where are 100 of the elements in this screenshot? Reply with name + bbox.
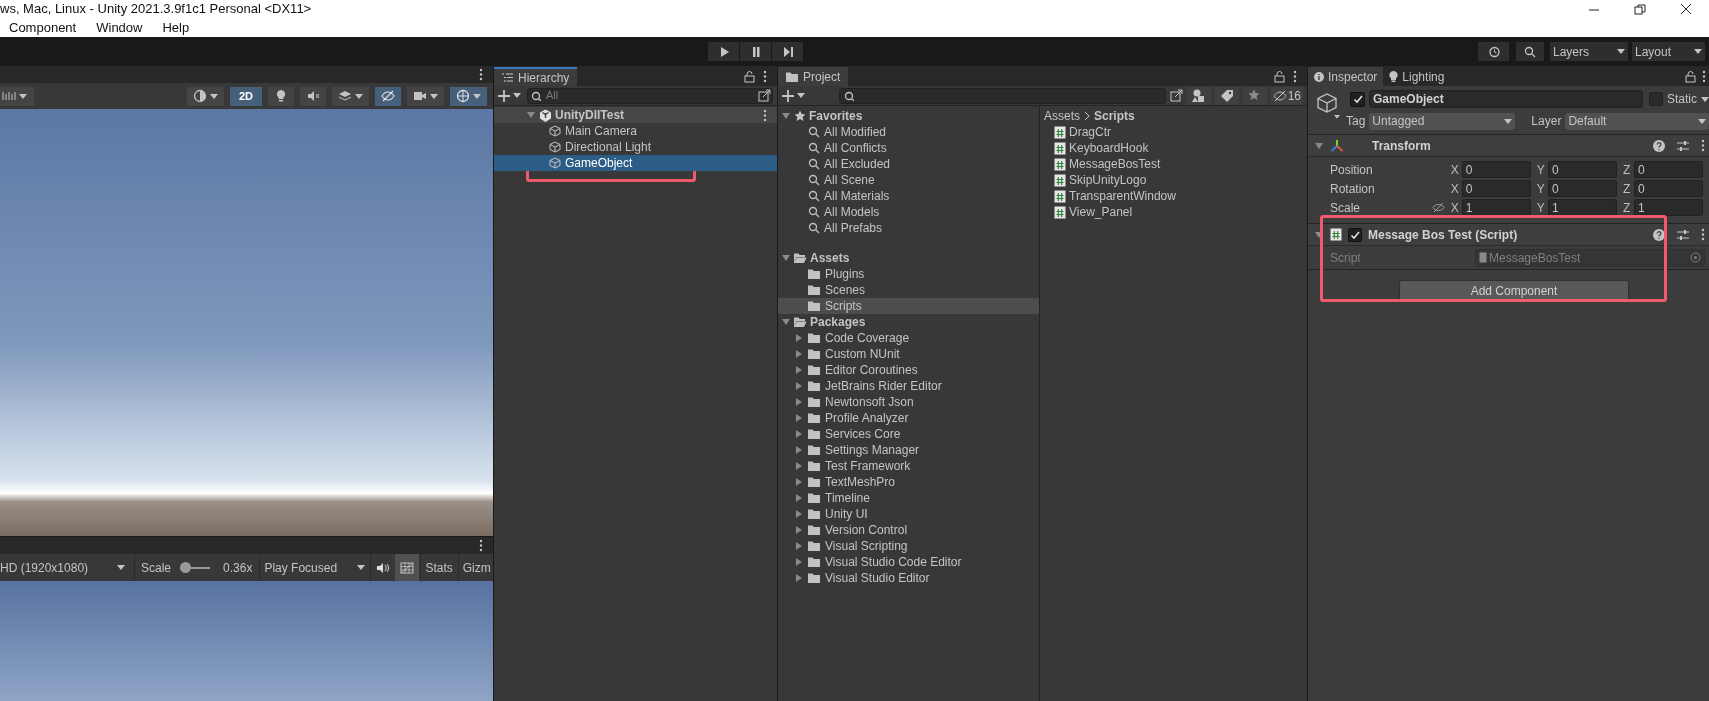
expand-arrow-icon[interactable] xyxy=(794,429,804,439)
name-field[interactable]: GameObject xyxy=(1369,90,1643,108)
tree-item[interactable]: Plugins xyxy=(778,266,1039,282)
hierarchy-item[interactable]: Main Camera xyxy=(494,123,777,139)
expand-arrow-icon[interactable] xyxy=(794,381,804,391)
script-file[interactable]: SkipUnityLogo xyxy=(1044,172,1307,188)
lock-icon[interactable] xyxy=(1685,70,1696,83)
breadcrumb-link[interactable]: Assets xyxy=(1044,107,1080,125)
tree-group[interactable]: Assets xyxy=(778,250,1039,266)
more-icon[interactable] xyxy=(763,108,767,122)
tree-item[interactable]: Visual Studio Editor xyxy=(778,570,1039,586)
speaker-mute-button[interactable] xyxy=(300,86,326,106)
help-icon[interactable] xyxy=(1653,139,1665,152)
layers-button[interactable] xyxy=(332,86,369,106)
search-button[interactable] xyxy=(1516,42,1544,61)
layers-dropdown[interactable]: Layers xyxy=(1550,42,1628,61)
expand-arrow-icon[interactable] xyxy=(794,461,804,471)
expand-arrow-icon[interactable] xyxy=(794,445,804,455)
more-icon[interactable] xyxy=(1701,139,1705,152)
expand-arrow-icon[interactable] xyxy=(794,541,804,551)
add-button[interactable] xyxy=(498,89,521,102)
menu-item[interactable]: Component xyxy=(9,17,77,38)
more-icon[interactable] xyxy=(1702,70,1706,83)
tree-item[interactable]: Editor Coroutines xyxy=(778,362,1039,378)
collapse-arrow-icon[interactable] xyxy=(526,110,536,120)
slider-thumb[interactable] xyxy=(179,562,191,573)
expand-arrow-icon[interactable] xyxy=(794,573,804,583)
layout-dropdown[interactable]: Layout xyxy=(1632,42,1705,61)
tree-item[interactable]: All Prefabs xyxy=(778,220,1039,236)
script-file[interactable]: View_Panel xyxy=(1044,204,1307,220)
restore-icon[interactable] xyxy=(1633,3,1647,15)
step-button[interactable] xyxy=(772,42,803,61)
more-icon[interactable] xyxy=(763,70,767,83)
layer-dropdown[interactable]: Default xyxy=(1565,112,1709,130)
expand-arrow-icon[interactable] xyxy=(794,413,804,423)
more-icon[interactable] xyxy=(479,539,483,552)
play-button[interactable] xyxy=(708,42,739,61)
collapse-arrow-icon[interactable] xyxy=(781,111,791,121)
tree-group[interactable]: Packages xyxy=(778,314,1039,330)
popout-icon[interactable] xyxy=(1169,89,1183,102)
caret-icon[interactable] xyxy=(1701,96,1709,102)
shapes-button[interactable] xyxy=(1186,86,1211,105)
tree-item[interactable]: All Excluded xyxy=(778,156,1039,172)
tree-item[interactable]: TextMeshPro xyxy=(778,474,1039,490)
tree-item[interactable]: Services Core xyxy=(778,426,1039,442)
globe-button[interactable] xyxy=(450,86,487,106)
active-checkbox[interactable] xyxy=(1350,91,1365,107)
script-file[interactable]: MessageBosTest xyxy=(1044,156,1307,172)
expand-arrow-icon[interactable] xyxy=(794,365,804,375)
camera-button[interactable] xyxy=(407,86,444,106)
2d-toggle-button[interactable]: 2D xyxy=(230,86,262,106)
tree-item[interactable]: All Conflicts xyxy=(778,140,1039,156)
menu-item[interactable]: Help xyxy=(162,17,190,38)
shading-button[interactable] xyxy=(187,86,224,106)
tree-item[interactable]: Test Framework xyxy=(778,458,1039,474)
tag-button[interactable] xyxy=(1214,86,1239,105)
tree-item[interactable]: All Models xyxy=(778,204,1039,220)
tree-item[interactable]: Visual Scripting xyxy=(778,538,1039,554)
number-field[interactable]: 0 xyxy=(1461,180,1531,197)
hidden-packages-button[interactable]: 16 xyxy=(1270,86,1303,105)
view-dropdown[interactable] xyxy=(0,86,34,106)
number-field[interactable]: 0 xyxy=(1634,180,1703,197)
tree-item[interactable]: Custom NUnit xyxy=(778,346,1039,362)
sliders-icon[interactable] xyxy=(1677,139,1689,152)
help-icon[interactable] xyxy=(1653,228,1665,241)
menu-item[interactable]: Window xyxy=(96,17,143,38)
tree-item[interactable]: Newtonsoft Json xyxy=(778,394,1039,410)
tree-item[interactable]: Scripts xyxy=(778,298,1039,314)
tree-group[interactable]: Favorites xyxy=(778,108,1039,124)
bulb-button[interactable] xyxy=(268,86,294,106)
number-field[interactable]: 0 xyxy=(1547,180,1617,197)
tree-item[interactable]: Scenes xyxy=(778,282,1039,298)
number-field[interactable]: 0 xyxy=(1547,161,1617,178)
pause-button[interactable] xyxy=(740,42,771,61)
popout-icon[interactable] xyxy=(758,88,771,102)
more-icon[interactable] xyxy=(479,68,483,81)
enabled-checkbox[interactable] xyxy=(1348,227,1362,242)
search-field[interactable] xyxy=(839,87,1166,104)
sliders-icon[interactable] xyxy=(1677,228,1689,241)
scene-row[interactable]: UnityDllTest xyxy=(494,107,777,123)
search-field[interactable]: All xyxy=(527,87,773,104)
eye-crossed-button[interactable] xyxy=(375,86,401,106)
tree-item[interactable]: Profile Analyzer xyxy=(778,410,1039,426)
close-icon[interactable] xyxy=(1679,3,1693,15)
expand-arrow-icon[interactable] xyxy=(794,557,804,567)
collapse-arrow-icon[interactable] xyxy=(781,317,791,327)
grid-toggle-button[interactable] xyxy=(395,554,420,581)
hierarchy-item[interactable]: GameObject xyxy=(494,155,777,171)
tree-item[interactable]: All Modified xyxy=(778,124,1039,140)
add-component-button[interactable]: Add Component xyxy=(1399,280,1629,302)
tree-item[interactable]: Code Coverage xyxy=(778,330,1039,346)
more-icon[interactable] xyxy=(1293,70,1297,83)
script-file[interactable]: TransparentWindow xyxy=(1044,188,1307,204)
more-icon[interactable] xyxy=(1701,228,1705,241)
history-button[interactable] xyxy=(1478,42,1509,61)
lock-icon[interactable] xyxy=(1274,70,1285,83)
expand-arrow-icon[interactable] xyxy=(794,477,804,487)
project-tab[interactable]: Project xyxy=(778,67,849,86)
unlinked-icon[interactable] xyxy=(1431,202,1445,213)
tree-item[interactable]: All Materials xyxy=(778,188,1039,204)
